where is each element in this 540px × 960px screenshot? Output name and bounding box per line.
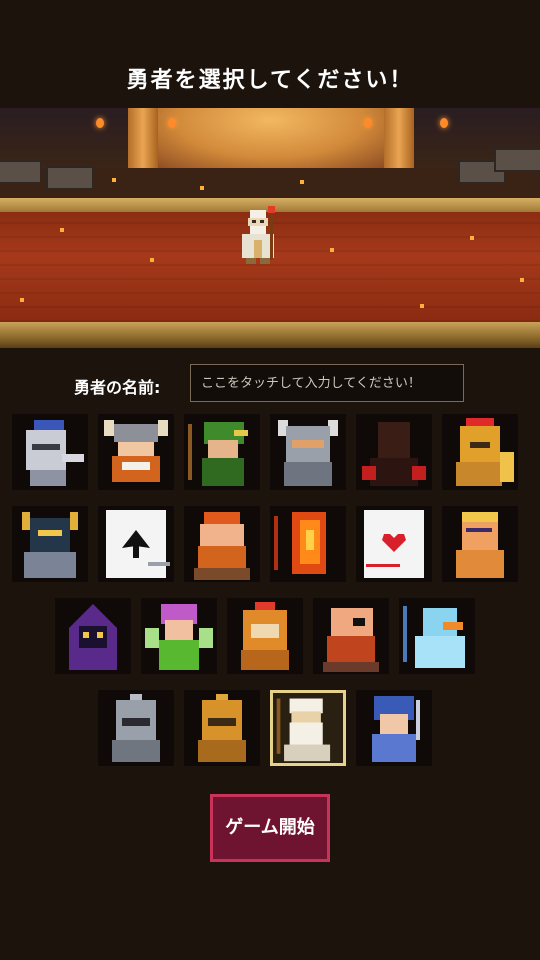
blue-swordsman-icon xyxy=(372,696,420,762)
hero-portrait-blue-swordsman[interactable] xyxy=(356,690,432,766)
hero-portrait-orange-helm[interactable] xyxy=(227,598,303,674)
barbarian-icon xyxy=(456,512,504,578)
hero-name-label: 勇者の名前: xyxy=(74,378,161,397)
hero-portrait-eyepatch-dwarf[interactable] xyxy=(313,598,389,674)
gold-armor-icon xyxy=(22,512,78,578)
orange-helm-icon xyxy=(241,602,289,670)
hero-portrait-red-beard[interactable] xyxy=(184,506,260,582)
fire-elemental-icon xyxy=(274,512,326,574)
hero-portrait-fire-elemental[interactable] xyxy=(270,506,346,582)
hero-portrait-green-archer[interactable] xyxy=(184,414,260,490)
hero-portrait-purple-mage[interactable] xyxy=(55,598,131,674)
start-game-button[interactable]: ゲーム開始 xyxy=(210,794,330,862)
hero-portrait-horned-knight[interactable] xyxy=(270,414,346,490)
gold-knight-icon xyxy=(198,694,246,762)
hero-portrait-spade-card[interactable] xyxy=(98,506,174,582)
purple-mage-icon xyxy=(69,604,117,670)
hero-portrait-viking[interactable] xyxy=(98,414,174,490)
hero-portrait-gold-knight[interactable] xyxy=(184,690,260,766)
torch-icon xyxy=(168,118,176,128)
crate-icon xyxy=(0,160,42,184)
arena-rim-bottom xyxy=(0,322,540,348)
viking-icon xyxy=(104,420,168,482)
crate-icon xyxy=(494,148,540,172)
torch-icon xyxy=(364,118,372,128)
crate-icon xyxy=(46,166,94,190)
selected-hero-sprite xyxy=(242,206,275,264)
iron-knight-icon xyxy=(112,694,160,762)
arena-banner xyxy=(150,108,390,168)
fairy-icon xyxy=(145,604,213,670)
spade-card-icon xyxy=(106,510,170,578)
hero-portrait-shadow-brawler[interactable] xyxy=(356,414,432,490)
hero-portrait-heart-card[interactable] xyxy=(356,506,432,582)
torch-icon xyxy=(440,118,448,128)
hero-portrait-blue-knight[interactable] xyxy=(12,414,88,490)
hero-portrait-spartan[interactable] xyxy=(442,414,518,490)
shadow-brawler-icon xyxy=(362,422,426,486)
white-wizard-icon xyxy=(276,698,331,762)
hero-portrait-ice-duck[interactable] xyxy=(399,598,475,674)
hero-portrait-fairy[interactable] xyxy=(141,598,217,674)
hero-name-input[interactable] xyxy=(190,364,464,402)
red-beard-icon xyxy=(194,512,250,580)
spartan-icon xyxy=(456,418,514,486)
page-title: 勇者を選択してください！ xyxy=(126,68,414,93)
heart-card-icon xyxy=(364,510,424,578)
hero-portrait-barbarian[interactable] xyxy=(442,506,518,582)
ice-duck-icon xyxy=(403,606,465,668)
horned-knight-icon xyxy=(278,420,338,486)
hero-portrait-white-wizard[interactable] xyxy=(270,690,346,766)
hero-portrait-iron-knight[interactable] xyxy=(98,690,174,766)
torch-icon xyxy=(96,118,104,128)
eyepatch-dwarf-icon xyxy=(323,608,379,672)
hero-portrait-gold-armor[interactable] xyxy=(12,506,88,582)
blue-knight-icon xyxy=(26,420,84,486)
green-archer-icon xyxy=(188,422,248,486)
